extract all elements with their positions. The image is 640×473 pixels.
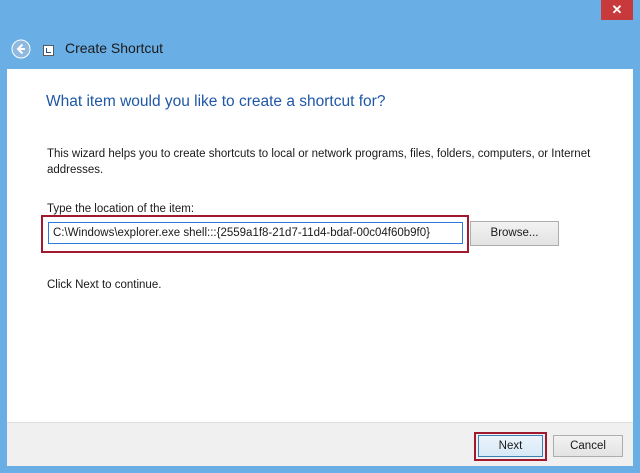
wizard-footer: Next Cancel (7, 422, 633, 466)
create-shortcut-window: ✕ Create Shortcut What item would you li… (0, 0, 640, 473)
shortcut-icon (43, 45, 54, 56)
close-icon: ✕ (611, 2, 623, 17)
close-button[interactable]: ✕ (601, 0, 633, 20)
wizard-content: What item would you like to create a sho… (7, 69, 633, 422)
browse-button[interactable]: Browse... (470, 221, 559, 246)
cancel-button[interactable]: Cancel (553, 435, 623, 457)
location-label: Type the location of the item: (47, 203, 195, 215)
wizard-description: This wizard helps you to create shortcut… (47, 148, 591, 176)
wizard-title: Create Shortcut (65, 40, 164, 56)
page-heading: What item would you like to create a sho… (46, 93, 386, 110)
back-arrow-icon[interactable] (11, 39, 31, 59)
next-button[interactable]: Next (478, 435, 543, 457)
location-input[interactable] (48, 222, 463, 244)
continue-text: Click Next to continue. (47, 279, 162, 291)
wizard-header: Create Shortcut (0, 30, 640, 68)
